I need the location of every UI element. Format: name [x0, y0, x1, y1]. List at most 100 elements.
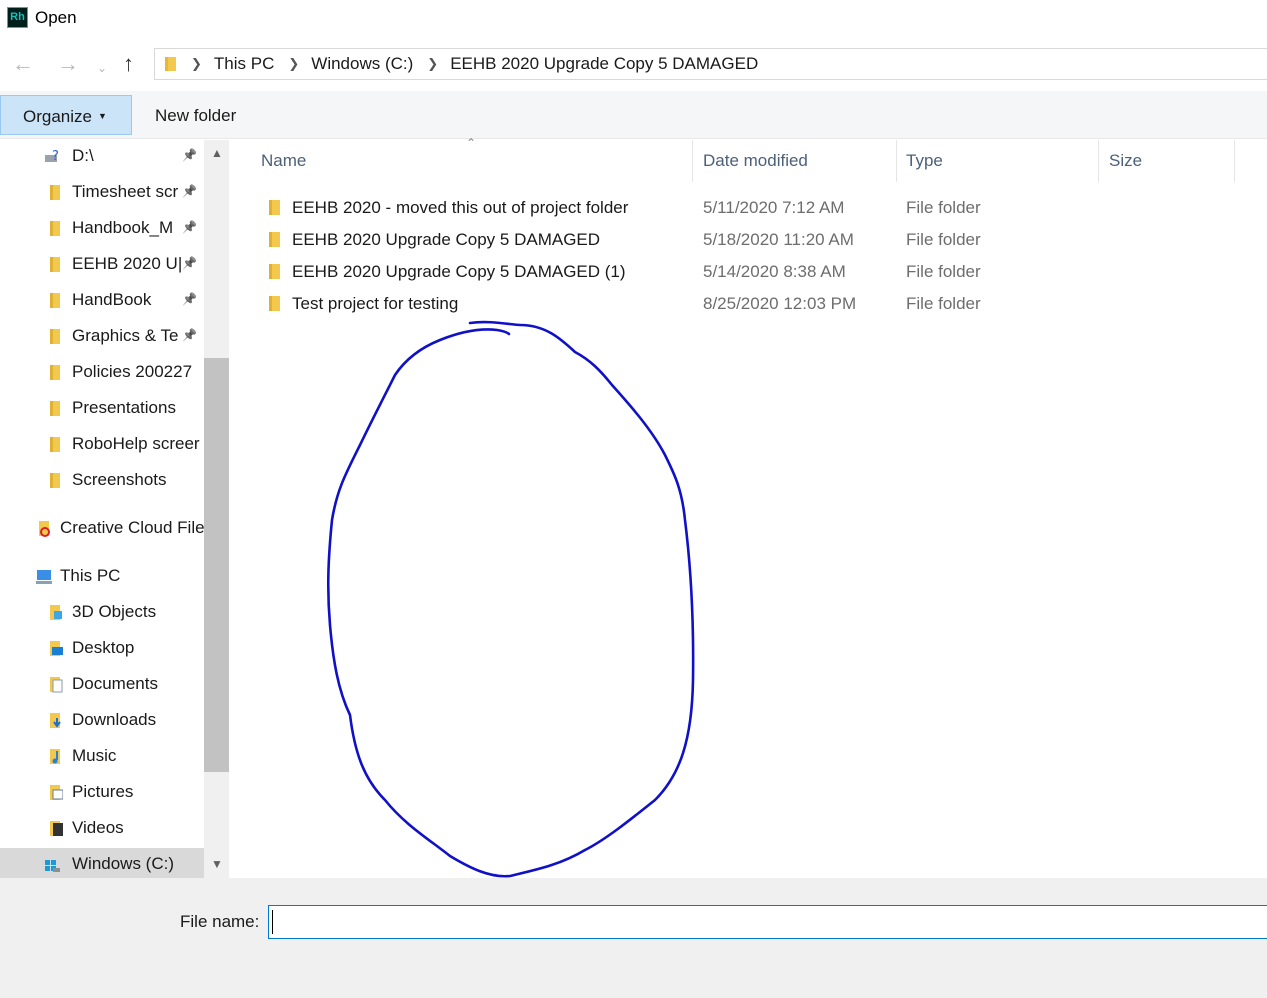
sidebar-item-label: Desktop: [72, 638, 135, 657]
sidebar-item[interactable]: 3D Objects: [0, 596, 204, 630]
chevron-right-icon[interactable]: ❯: [288, 56, 299, 72]
table-row[interactable]: Test project for testing 8/25/2020 12:03 …: [260, 288, 1250, 320]
column-divider[interactable]: [1234, 140, 1235, 182]
breadcrumb-windows-c[interactable]: Windows (C:): [311, 54, 413, 74]
file-name-cell: EEHB 2020 - moved this out of project fo…: [292, 198, 629, 217]
sidebar-item[interactable]: Windows (C:): [0, 848, 204, 878]
pin-icon: 📌: [182, 148, 197, 162]
sidebar-item-label: Policies 200227: [72, 362, 193, 381]
pin-icon: 📌: [182, 220, 197, 234]
file-name-panel: File name:: [0, 878, 1267, 998]
breadcrumb-current-folder[interactable]: EEHB 2020 Upgrade Copy 5 DAMAGED: [450, 54, 758, 74]
sidebar-item-label: EEHB 2020 U|: [72, 254, 183, 273]
robohelp-app-icon: Rh: [7, 7, 28, 28]
up-arrow-icon[interactable]: ↑: [123, 52, 134, 76]
scroll-down-icon[interactable]: ▼: [211, 857, 223, 871]
file-list: ⌃ Name Date modified Type Size EEHB 2020…: [230, 136, 1267, 878]
sidebar-item[interactable]: Documents: [0, 668, 204, 702]
text-caret: [272, 910, 273, 934]
sidebar-item[interactable]: Desktop: [0, 632, 204, 666]
sidebar-item[interactable]: Pictures: [0, 776, 204, 810]
scroll-thumb[interactable]: [204, 358, 229, 772]
sidebar-item-label: RoboHelp screer: [72, 434, 200, 453]
sidebar-item[interactable]: Policies 200227: [0, 356, 204, 390]
date-modified-cell: 8/25/2020 12:03 PM: [703, 294, 857, 313]
window-title: Open: [35, 8, 77, 27]
sidebar-item[interactable]: Screenshots: [0, 464, 204, 498]
column-header-size[interactable]: Size: [1109, 151, 1142, 171]
column-header-date-modified[interactable]: Date modified: [703, 151, 808, 171]
3d-objects-icon: [50, 605, 62, 620]
sidebar-item[interactable]: EEHB 2020 U| 📌: [0, 248, 204, 282]
sidebar-item-label: D:\: [72, 146, 94, 165]
videos-icon: [50, 821, 63, 836]
sidebar-item[interactable]: Timesheet scr 📌: [0, 176, 204, 210]
date-modified-cell: 5/11/2020 7:12 AM: [703, 198, 845, 217]
sidebar-item-label: Windows (C:): [72, 854, 175, 873]
pin-icon: 📌: [182, 184, 197, 198]
title-bar: Rh Open: [0, 0, 1267, 40]
sidebar-item[interactable]: Music: [0, 740, 204, 774]
forward-arrow-icon[interactable]: →: [57, 52, 79, 76]
sidebar-item-label: Screenshots: [72, 470, 167, 489]
sidebar-item[interactable]: Presentations: [0, 392, 204, 426]
navigation-pane: ? D:\ 📌 Timesheet scr 📌 Handbook_M 📌 EEHB 2020 …: [0, 140, 204, 878]
sidebar-item[interactable]: RoboHelp screer: [0, 428, 204, 462]
sidebar-item[interactable]: Handbook_M 📌: [0, 212, 204, 246]
folder-icon: [50, 365, 60, 380]
file-name-input[interactable]: [268, 905, 1267, 939]
new-folder-button[interactable]: New folder: [155, 106, 236, 126]
folder-icon: [50, 437, 60, 452]
sidebar-item-label: Downloads: [72, 710, 157, 729]
creative-cloud-icon: [39, 521, 50, 537]
folder-icon: [50, 401, 60, 416]
type-cell: File folder: [906, 198, 981, 217]
sidebar-item[interactable]: Videos: [0, 812, 204, 846]
column-header-name[interactable]: Name: [261, 151, 306, 171]
chevron-right-icon[interactable]: ❯: [191, 56, 202, 72]
scroll-up-icon[interactable]: ▲: [211, 146, 223, 160]
table-row[interactable]: EEHB 2020 - moved this out of project fo…: [260, 192, 1250, 224]
chevron-right-icon[interactable]: ❯: [427, 56, 438, 72]
address-bar[interactable]: ❯ This PC ❯ Windows (C:) ❯ EEHB 2020 Upg…: [154, 48, 1267, 80]
column-divider[interactable]: [692, 140, 693, 182]
sidebar-item[interactable]: Graphics & Te 📌: [0, 320, 204, 354]
computer-icon: [36, 570, 52, 584]
sidebar-item-label: Graphics & Te: [72, 326, 179, 345]
pin-icon: 📌: [182, 256, 197, 270]
sidebar-item[interactable]: ? D:\ 📌: [0, 140, 204, 174]
sidebar-item-label: Videos: [72, 818, 124, 837]
folder-icon: [50, 185, 60, 200]
recent-locations-chevron-icon[interactable]: ⌄: [97, 56, 107, 80]
sidebar-item[interactable]: Creative Cloud File: [0, 512, 204, 546]
column-divider[interactable]: [1098, 140, 1099, 182]
back-arrow-icon[interactable]: ←: [12, 52, 34, 76]
sidebar-item-label: 3D Objects: [72, 602, 157, 621]
pin-icon: 📌: [182, 292, 197, 306]
sidebar-item-label: Creative Cloud File: [60, 518, 204, 537]
organize-button[interactable]: Organize ▼: [0, 95, 132, 135]
pictures-icon: [50, 785, 63, 800]
sidebar-item[interactable]: Downloads: [0, 704, 204, 738]
sidebar-item-label: Music: [72, 746, 117, 765]
command-bar: Organize ▼ New folder: [0, 91, 1267, 139]
file-name-label: File name:: [180, 912, 260, 931]
music-icon: [50, 749, 60, 764]
drive-help-icon: ?: [45, 149, 59, 164]
folder-icon: [269, 264, 280, 279]
sidebar-item-label: Pictures: [72, 782, 134, 801]
table-row[interactable]: EEHB 2020 Upgrade Copy 5 DAMAGED (1) 5/14…: [260, 256, 1250, 288]
navigation-scrollbar[interactable]: ▲ ▼: [204, 140, 229, 878]
folder-icon: [50, 257, 60, 272]
sidebar-item-label: Documents: [72, 674, 158, 693]
table-row[interactable]: EEHB 2020 Upgrade Copy 5 DAMAGED 5/18/202…: [260, 224, 1250, 256]
column-header-type[interactable]: Type: [906, 151, 943, 171]
sidebar-item[interactable]: This PC: [0, 560, 204, 594]
folder-icon: [269, 200, 280, 215]
folder-icon: [50, 329, 60, 344]
breadcrumb-this-pc[interactable]: This PC: [214, 54, 274, 74]
sidebar-item[interactable]: HandBook 📌: [0, 284, 204, 318]
column-divider[interactable]: [896, 140, 897, 182]
sidebar-item-label: Handbook_M: [72, 218, 174, 237]
type-cell: File folder: [906, 262, 981, 281]
